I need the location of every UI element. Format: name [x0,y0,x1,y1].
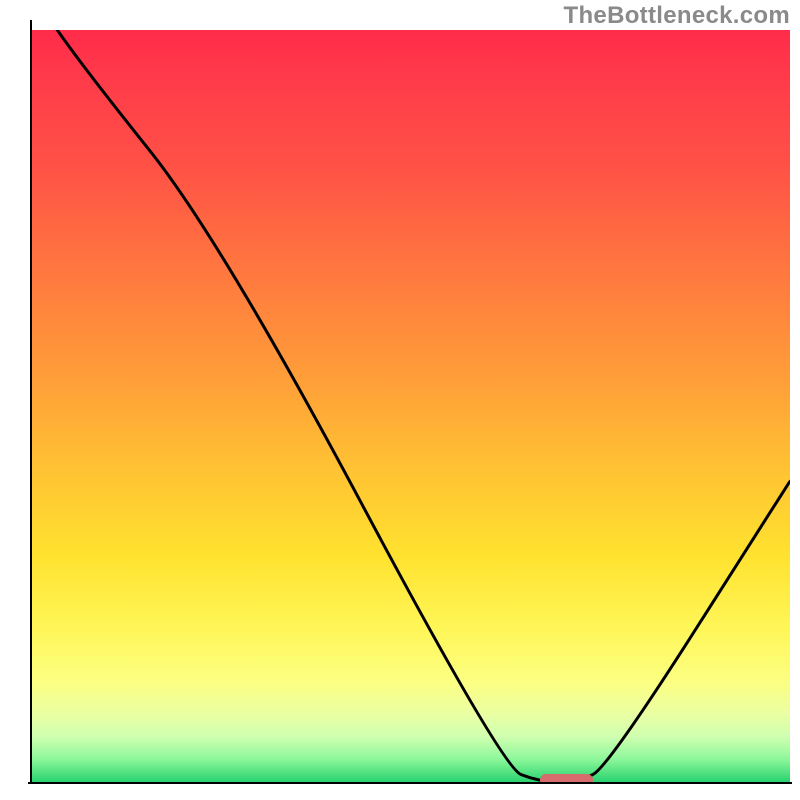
watermark-text: TheBottleneck.com [564,2,790,30]
curve-svg [32,30,790,782]
bottleneck-curve-path [32,30,790,782]
optimal-marker [540,774,593,782]
plot-area [32,30,790,782]
x-axis [28,782,792,784]
bottleneck-chart: TheBottleneck.com [0,0,800,800]
